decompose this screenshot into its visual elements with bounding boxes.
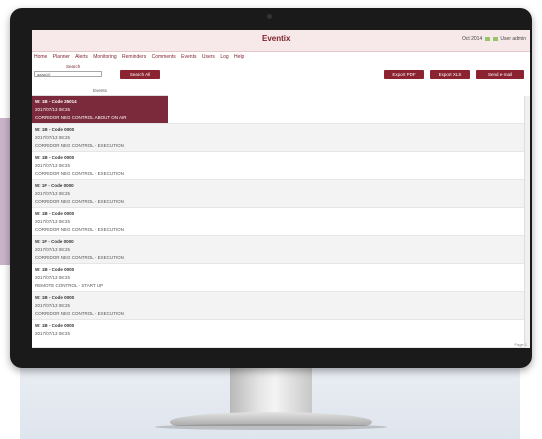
event-description: CORRIDOR NEG CONTROL ABOUT ON AIR [35,115,127,120]
nav-item-alerts[interactable]: Alerts [75,54,88,60]
event-title: W: 1B - Code 0000 [35,127,75,132]
main-nav: Home Planner Alerts Monitoring Reminders… [34,54,248,60]
monitor-screen: Eventix Oct 2014 User admin Home Planner… [32,30,530,348]
event-date: 2017/07/13 08:25 [35,303,71,308]
list-item[interactable]: W: 1B - Code 0000 2017/07/13 08:25 REMOT… [32,264,530,292]
event-description: CORRIDOR NEG CONTROL - EXECUTION [35,255,124,260]
nav-item-users[interactable]: Users [202,54,215,60]
nav-item-planner[interactable]: Planner [53,54,70,60]
event-title: W: 1F - Code 0000 [35,239,74,244]
nav-item-help[interactable]: Help [234,54,244,60]
event-title: W: 1B - Code 0000 [35,155,75,160]
header-user-info: Oct 2014 User admin [462,36,526,42]
list-item[interactable]: W: 1F - Code 0000 2017/07/13 08:25 CORRI… [32,180,530,208]
monitor-stand-neck [230,368,312,416]
event-title: W: 1B - Code 0000 [35,323,75,328]
nav-item-log[interactable]: Log [220,54,228,60]
list-item[interactable]: W: 1B - Code 0000 2017/07/13 08:25 CORRI… [32,124,530,152]
app-title: Eventix [262,34,291,43]
export-xls-button[interactable]: Export XLS [430,70,470,79]
header-user[interactable]: User admin [500,36,526,42]
list-scrollbar[interactable] [524,96,530,348]
list-item[interactable]: W: 1B - Code 0000 2017/07/13 08:25 [32,320,530,348]
monitor-base-shadow [155,424,387,430]
event-date: 2017/07/13 08:25 [35,163,71,168]
status-text: Page 1 [514,342,527,347]
event-title: W: 1F - Code 0000 [35,183,74,188]
event-title: W: 1B - Code 25014 [35,99,77,104]
event-description: CORRIDOR NEG CONTROL - EXECUTION [35,143,124,148]
monitor-bezel: Eventix Oct 2014 User admin Home Planner… [10,8,532,368]
event-title: W: 1B - Code 0000 [35,267,75,272]
event-description: CORRIDOR NEG CONTROL - EXECUTION [35,227,124,232]
nav-item-comments[interactable]: Comments [152,54,176,60]
list-item[interactable]: W: 1B - Code 0000 2017/07/13 08:25 CORRI… [32,152,530,180]
header-date: Oct 2014 [461,36,483,42]
event-date: 2017/07/13 08:25 [35,107,71,112]
event-title: W: 1B - Code 0000 [35,295,75,300]
event-date: 2017/07/13 08:25 [35,135,71,140]
nav-item-home[interactable]: Home [34,54,47,60]
app-header: Eventix Oct 2014 User admin [32,30,530,52]
list-item[interactable]: W: 1B - Code 0000 2017/07/13 08:25 CORRI… [32,292,530,320]
list-item[interactable]: W: 1F - Code 0000 2017/07/13 08:25 CORRI… [32,236,530,264]
event-description: CORRIDOR NEG CONTROL - EXECUTION [35,199,124,204]
nav-item-reminders[interactable]: Reminders [122,54,146,60]
event-date: 2017/07/13 08:25 [35,191,71,196]
search-all-button[interactable]: Search All [120,70,160,79]
events-list: W: 1B - Code 25014 2017/07/13 08:25 CORR… [32,96,530,348]
event-date: 2017/07/13 08:25 [35,219,71,224]
event-description: CORRIDOR NEG CONTROL - EXECUTION [35,311,124,316]
events-column-header[interactable]: Events [32,87,168,96]
event-description: CORRIDOR NEG CONTROL - EXECUTION [35,171,124,176]
nav-item-monitoring[interactable]: Monitoring [93,54,116,60]
filter-input[interactable]: aaaa10 [34,71,102,77]
list-item[interactable]: W: 1B - Code 0000 2017/07/13 08:25 CORRI… [32,208,530,236]
status-indicator-icon [493,36,499,41]
export-pdf-button[interactable]: Export PDF [384,70,424,79]
status-indicator-icon [484,36,490,41]
nav-item-events[interactable]: Events [181,54,196,60]
event-date: 2017/07/13 08:25 [35,275,71,280]
webcam-icon [267,14,272,19]
send-email-button[interactable]: Send e-mail [476,70,524,79]
filter-label: Search [66,64,81,69]
event-date: 2017/07/13 08:25 [35,331,71,336]
list-item[interactable]: W: 1B - Code 25014 2017/07/13 08:25 CORR… [32,96,530,124]
event-description: REMOTE CONTROL - START UP [35,283,104,288]
event-date: 2017/07/13 08:25 [35,247,71,252]
event-title: W: 1B - Code 0000 [35,211,75,216]
